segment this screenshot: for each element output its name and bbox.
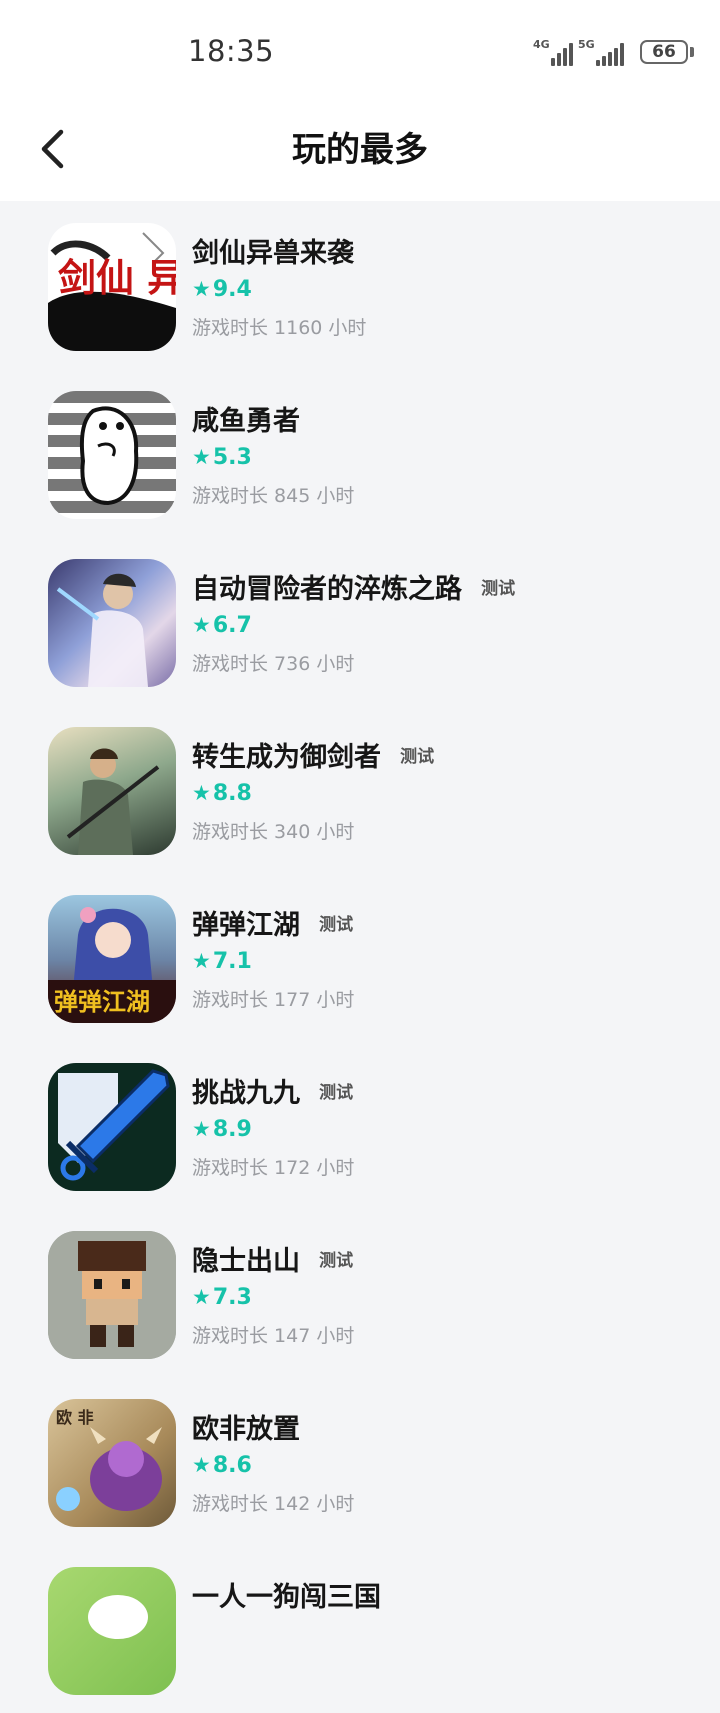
playtime: 游戏时长 177 小时 [192,989,355,1011]
game-item[interactable]: 欧 非 欧非放置 ★8.6 游戏时长 142 小时 [0,1377,720,1545]
dog-icon [48,1567,176,1695]
pixel-hero-icon [48,1231,176,1359]
icon-text: 弹弹江湖 [54,987,150,1016]
game-item[interactable]: 剑仙 异兽来袭 剑仙异兽来袭 ★9.4 游戏时长 1160 小时 [0,201,720,369]
test-tag: 测试 [319,1083,354,1103]
test-tag: 测试 [319,1251,354,1271]
playtime: 游戏时长 147 小时 [192,1325,355,1347]
ink-calligraphy-icon: 剑仙 异兽来袭 [48,223,176,351]
star-icon: ★ [192,1453,211,1477]
game-name: 欧非放置 [192,1414,300,1445]
playtime: 游戏时长 1160 小时 [192,317,367,339]
game-item[interactable]: 一人一狗闯三国 [0,1545,720,1713]
star-icon: ★ [192,781,211,805]
game-name: 咸鱼勇者 [192,406,300,437]
game-name: 剑仙异兽来袭 [192,238,354,269]
playtime: 游戏时长 736 小时 [192,653,355,675]
game-item[interactable]: 挑战九九 测试 ★8.9 游戏时长 172 小时 [0,1041,720,1209]
rating: ★8.9 [192,1117,252,1142]
rating: ★8.8 [192,781,252,806]
signal-5g-icon: 5G [578,38,624,66]
game-name: 挑战九九 [192,1078,300,1109]
game-name: 一人一狗闯三国 [192,1582,381,1613]
game-item[interactable]: 咸鱼勇者 ★5.3 游戏时长 845 小时 [0,369,720,537]
test-tag: 测试 [400,747,435,767]
signal-4g-icon: 4G [533,38,573,66]
rating: ★7.1 [192,949,252,974]
game-name: 转生成为御剑者 [192,742,381,773]
playtime: 游戏时长 845 小时 [192,485,355,507]
test-tag: 测试 [319,915,354,935]
battery-tip [690,47,694,57]
game-name: 隐士出山 [192,1246,300,1277]
app-header: 玩的最多 [0,100,720,201]
rating: ★7.3 [192,1285,252,1310]
anime-girl-icon: 弹弹江湖 [48,895,176,1023]
status-bar: 18:35 4G 5G 66 [0,0,720,100]
game-name: 弹弹江湖 [192,910,300,941]
playtime: 游戏时长 340 小时 [192,821,355,843]
monster-icon: 欧 非 [48,1399,176,1527]
salted-fish-icon [48,391,176,519]
rating: ★5.3 [192,445,252,470]
icon-text: 剑仙 异兽来袭 [58,255,176,300]
star-icon: ★ [192,277,211,301]
swordsman-portrait-icon [48,559,176,687]
game-item[interactable]: 隐士出山 测试 ★7.3 游戏时长 147 小时 [0,1209,720,1377]
page-title: 玩的最多 [292,130,428,170]
icon-text: 欧 非 [56,1408,94,1427]
star-icon: ★ [192,613,211,637]
star-icon: ★ [192,1285,211,1309]
playtime: 游戏时长 172 小时 [192,1157,355,1179]
game-item[interactable]: 自动冒险者的淬炼之路 测试 ★6.7 游戏时长 736 小时 [0,537,720,705]
sword-master-portrait-icon [48,727,176,855]
game-item[interactable]: 弹弹江湖 弹弹江湖 测试 ★7.1 游戏时长 177 小时 [0,873,720,1041]
battery-icon: 66 [640,40,688,64]
status-time: 18:35 [188,34,275,68]
rating: ★8.6 [192,1453,252,1478]
crossed-swords-icon [48,1063,176,1191]
game-name: 自动冒险者的淬炼之路 [192,574,462,605]
playtime: 游戏时长 142 小时 [192,1493,355,1515]
star-icon: ★ [192,1117,211,1141]
rating: ★6.7 [192,613,252,638]
star-icon: ★ [192,445,211,469]
test-tag: 测试 [481,579,516,599]
rating: ★9.4 [192,277,252,302]
star-icon: ★ [192,949,211,973]
game-item[interactable]: 转生成为御剑者 测试 ★8.8 游戏时长 340 小时 [0,705,720,873]
